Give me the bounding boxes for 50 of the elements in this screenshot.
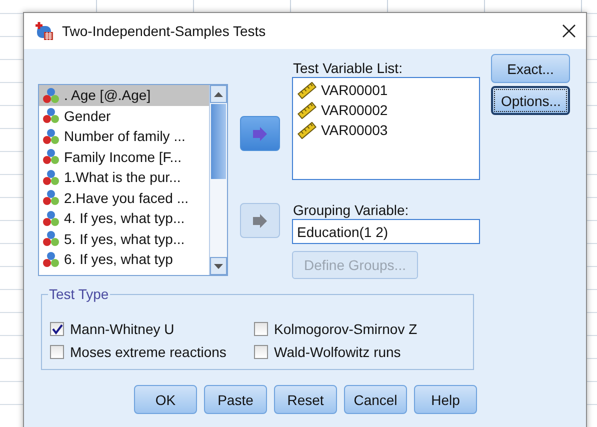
checkbox-label: Kolmogorov-Smirnov Z — [274, 321, 418, 337]
scroll-down-icon[interactable] — [214, 264, 223, 268]
variable-item[interactable]: Gender — [39, 106, 209, 126]
variable-item[interactable]: Number of family ... — [39, 126, 209, 146]
check-icon — [52, 324, 62, 334]
move-button[interactable] — [240, 116, 280, 151]
scroll-up-icon[interactable] — [214, 92, 223, 96]
dialog-button[interactable]: Cancel — [344, 385, 407, 414]
checkbox-label: Mann-Whitney U — [70, 321, 174, 337]
variable-item[interactable]: 1.What is the pur... — [39, 167, 209, 188]
variable-item[interactable]: VAR00003 — [293, 120, 479, 140]
dialog-button[interactable]: Reset — [274, 385, 337, 414]
dialog-button[interactable]: Paste — [204, 385, 267, 414]
variable-item[interactable]: VAR00001 — [293, 80, 479, 100]
checkbox-label: Moses extreme reactions — [70, 344, 226, 360]
arrow-icon — [252, 126, 268, 140]
field-label: Test Variable List: — [293, 60, 404, 76]
variable-item[interactable]: 2.Have you faced ... — [39, 188, 209, 208]
nominal-variable-icon — [42, 189, 60, 206]
nominal-variable-icon — [42, 230, 60, 248]
checkbox[interactable] — [254, 322, 268, 336]
checkbox[interactable] — [50, 322, 64, 336]
variable-item[interactable]: 6. If yes, what typ — [39, 249, 209, 270]
nominal-variable-icon — [42, 250, 60, 268]
scrollbar[interactable] — [209, 85, 227, 275]
window-title: Two-Independent-Samples Tests — [62, 23, 267, 39]
group-title: Test Type — [48, 286, 110, 302]
nominal-variable-icon — [42, 86, 60, 104]
dialog-button[interactable]: Exact... — [491, 54, 570, 83]
app-icon — [34, 21, 54, 41]
field-label: Grouping Variable: — [293, 202, 410, 218]
variable-item[interactable]: 4. If yes, what typ... — [39, 208, 209, 228]
dialog-button[interactable]: Options... — [491, 86, 570, 115]
nominal-variable-icon — [42, 210, 60, 227]
nominal-variable-icon — [42, 107, 60, 124]
variable-item[interactable]: Family Income [F... — [39, 146, 209, 167]
nominal-variable-icon — [42, 128, 60, 145]
checkbox[interactable] — [50, 345, 64, 359]
variable-item[interactable]: . Age [@.Age] — [39, 85, 209, 106]
dialog-button[interactable]: OK — [134, 385, 197, 414]
grouping-variable-field[interactable]: Education(1 2) — [292, 219, 480, 244]
checkbox[interactable] — [254, 345, 268, 359]
checkbox-label: Wald-Wolfowitz runs — [274, 344, 401, 360]
nominal-variable-icon — [42, 148, 60, 166]
close-icon[interactable] — [562, 24, 576, 38]
variable-item[interactable]: VAR00002 — [293, 100, 479, 120]
variable-item[interactable]: 5. If yes, what typ... — [39, 228, 209, 249]
nominal-variable-icon — [42, 168, 60, 186]
dialog-button[interactable]: Help — [414, 385, 477, 414]
arrow-icon — [252, 214, 268, 228]
